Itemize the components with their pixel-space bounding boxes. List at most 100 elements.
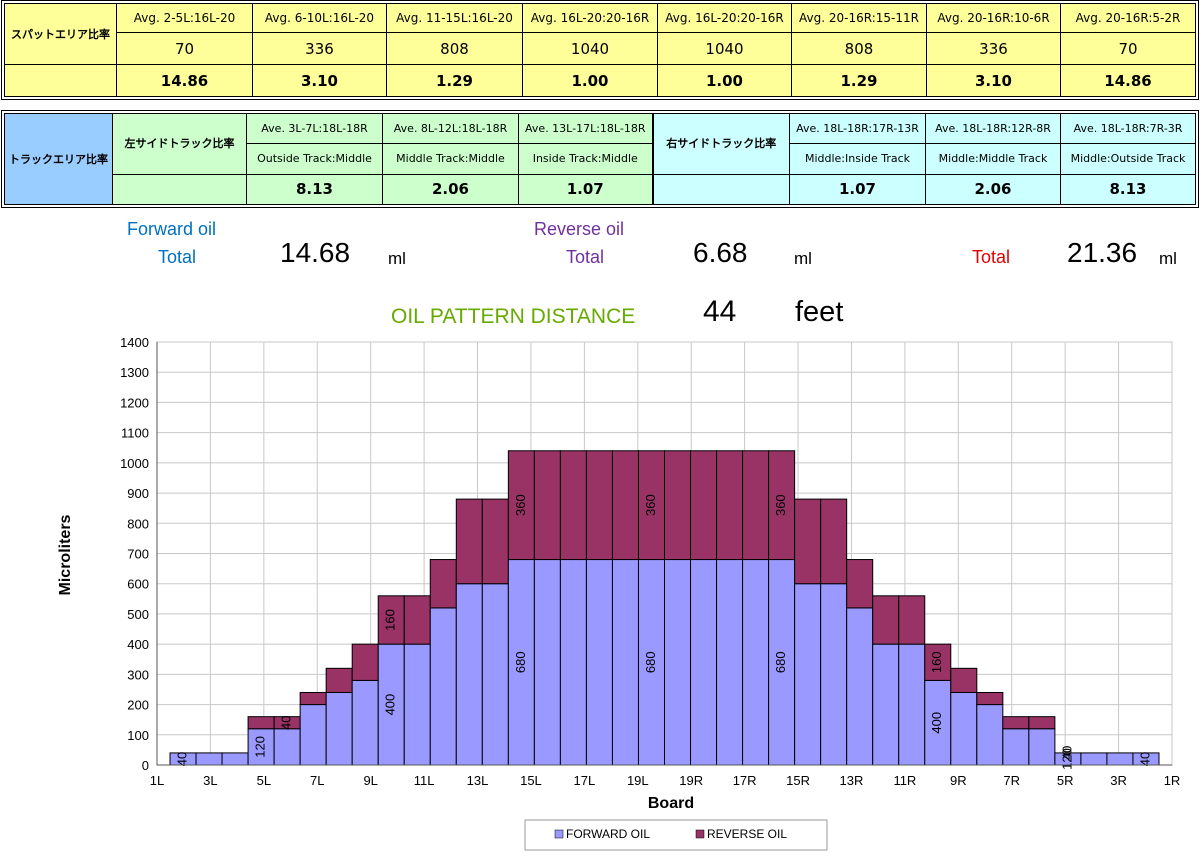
left-empty-cell [112,173,247,206]
spot-header: Avg. 20-16R:10-6R [926,3,1061,33]
left-side-label: 左サイドトラック比率 [112,113,247,175]
reverse-unit: ml [794,249,812,268]
x-tick-label: 1L [150,773,164,788]
bar-data-label: 400 [383,694,398,716]
x-axis-title: Board [648,795,694,812]
bar-data-label: 120 [253,736,268,758]
left-track-type: Outside Track:Middle [246,143,383,175]
grand-total-value: 21.36 [1067,237,1138,268]
y-tick-label: 0 [142,758,149,773]
left-track-header: Ave. 8L-12L:18L-18R [382,112,519,145]
reverse-oil-label: Reverse oil [534,219,625,239]
reverse-oil-bar [846,559,874,609]
left-track-type: Middle Track:Middle [382,143,519,175]
y-tick-label: 100 [127,728,149,743]
right-track-header: Ave. 18L-18R:17R-13R [789,112,926,145]
spot-value: 336 [926,32,1061,65]
reverse-total-label: Total [566,247,605,267]
forward-oil-bar [742,559,770,766]
x-tick-label: 1R [1164,773,1181,788]
track-area-label: トラックエリア比率 [4,113,113,205]
x-tick-label: 11R [893,773,916,788]
pattern-distance-value: 44 [703,295,737,328]
reverse-oil-bar [481,498,509,585]
legend-reverse-swatch [695,829,705,839]
reverse-oil-bar [533,450,561,561]
y-tick-label: 700 [127,547,149,562]
bar-data-label: 680 [773,651,788,673]
y-tick-label: 1300 [120,365,149,380]
right-track-type: Middle:Middle Track [925,143,1061,175]
forward-oil-bar [976,704,1004,766]
reverse-oil-bar [611,450,639,561]
forward-oil-bar [299,704,327,766]
forward-oil-bar [794,583,822,766]
forward-oil-bar [455,583,483,766]
y-tick-label: 1000 [120,456,149,471]
y-tick-label: 400 [127,637,149,652]
forward-oil-bar [898,643,926,766]
left-track-header: Ave. 3L-7L:18L-18R [246,112,383,145]
legend-forward-swatch [554,829,564,839]
x-tick-label: 9R [950,773,967,788]
right-track-header: Ave. 18L-18R:7R-3R [1060,112,1196,145]
bar-data-label: 360 [643,494,658,516]
forward-oil-bar [429,607,457,766]
left-track-header: Ave. 13L-17L:18L-18R [518,112,654,145]
left-track-value: 2.06 [382,173,519,206]
reverse-oil-bar [664,450,692,561]
forward-oil-bar [195,752,223,766]
forward-oil-bar [611,559,639,766]
y-tick-label: 1200 [120,395,149,410]
bar-data-label: 40 [174,752,189,766]
x-tick-label: 5R [1057,773,1074,788]
bar-data-label: 160 [383,609,398,631]
reverse-oil-bar [559,450,587,561]
forward-oil-bar [1002,728,1030,766]
reverse-oil-bar [351,643,379,681]
bar-data-label: 360 [773,494,788,516]
track-area-table: トラックエリア比率 左サイドトラック比率 Ave. 3L-7L:18L-18R … [1,110,1199,208]
x-tick-label: 7L [310,773,324,788]
grand-total-unit: ml [1159,249,1177,268]
reverse-oil-bar [455,498,483,585]
spot-header: Avg. 20-16R:5-2R [1060,3,1196,33]
bar-data-label: 360 [513,494,528,516]
grand-total-label: Total [972,247,1011,267]
forward-oil-label: Forward oil [127,219,217,239]
legend-reverse-label: REVERSE OIL [707,827,787,841]
reverse-oil-bar [1028,716,1056,730]
y-tick-label: 800 [127,516,149,531]
y-tick-label: 200 [127,698,149,713]
forward-oil-bar [273,728,301,766]
spot-area-label: スパットエリア比率 [4,3,117,65]
bar-data-label: 400 [929,712,944,734]
x-tick-label: 13R [840,773,864,788]
forward-oil-bar [559,559,587,766]
forward-total-value: 14.68 [280,237,351,268]
pattern-distance-unit: feet [795,296,844,328]
spot-value: 1040 [522,32,658,65]
reverse-oil-bar [976,691,1004,706]
reverse-oil-bar [585,450,613,561]
spot-header: Avg. 2-5L:16L-20 [116,3,253,33]
spot-ratio: 1.29 [386,64,523,97]
y-tick-label: 1400 [120,335,149,350]
spot-value: 336 [252,32,387,65]
forward-oil-bar [820,583,848,766]
x-tick-label: 19R [679,773,703,788]
forward-oil-bar [690,559,718,766]
y-tick-label: 300 [127,667,149,682]
x-tick-label: 13L [467,773,489,788]
forward-oil-bar [872,643,900,766]
forward-oil-bar [1106,752,1134,766]
reverse-oil-bar [403,595,431,645]
right-track-type: Middle:Outside Track [1060,143,1196,175]
reverse-oil-bar [820,498,848,585]
spot-header: Avg. 6-10L:16L-20 [252,3,387,33]
forward-oil-bar [351,679,379,766]
spot-ratio: 14.86 [116,64,253,97]
spot-header: Avg. 16L-20:20-16R [522,3,658,33]
reverse-oil-bar [872,595,900,645]
forward-oil-bar [664,559,692,766]
